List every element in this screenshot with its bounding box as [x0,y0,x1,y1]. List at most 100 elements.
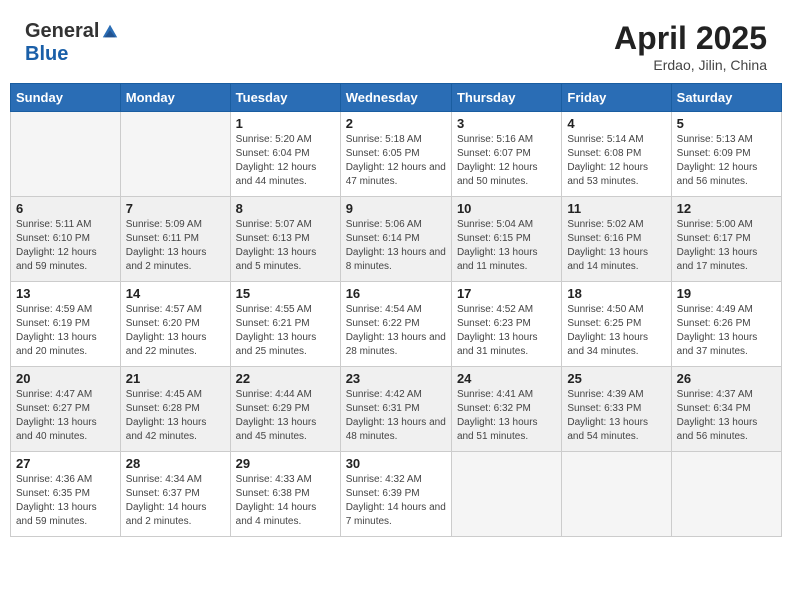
day-info: Sunrise: 5:18 AMSunset: 6:05 PMDaylight:… [346,133,446,189]
day-number: 14 [126,286,225,301]
day-info: Sunrise: 4:57 AMSunset: 6:20 PMDaylight:… [126,303,225,359]
day-number: 6 [16,201,115,216]
weekday-header-row: SundayMondayTuesdayWednesdayThursdayFrid… [11,84,782,112]
day-info: Sunrise: 4:42 AMSunset: 6:31 PMDaylight:… [346,388,446,444]
day-info: Sunrise: 4:49 AMSunset: 6:26 PMDaylight:… [677,303,776,359]
day-info: Sunrise: 4:44 AMSunset: 6:29 PMDaylight:… [236,388,335,444]
calendar-day-cell: 12 Sunrise: 5:00 AMSunset: 6:17 PMDayligh… [671,197,781,282]
day-info: Sunrise: 5:11 AMSunset: 6:10 PMDaylight:… [16,218,115,274]
logo-icon [101,23,119,41]
calendar-day-cell: 20Sunrise: 4:47 AMSunset: 6:27 PMDayligh… [11,367,121,452]
logo: General Blue [25,20,119,66]
month-title: April 2025 [614,20,767,57]
calendar-day-cell: 29 Sunrise: 4:33 AMSunset: 6:38 PMDayligh… [230,452,340,537]
calendar-day-cell [451,452,561,537]
weekday-header-wednesday: Wednesday [340,84,451,112]
day-number: 3 [457,116,556,131]
day-info: Sunrise: 4:34 AMSunset: 6:37 PMDaylight:… [126,473,225,529]
day-info: Sunrise: 4:37 AMSunset: 6:34 PMDaylight:… [677,388,776,444]
calendar-week-row: 27 Sunrise: 4:36 AMSunset: 6:35 PMDayligh… [11,452,782,537]
day-info: Sunrise: 4:39 AMSunset: 6:33 PMDaylight:… [567,388,665,444]
calendar-day-cell: 17 Sunrise: 4:52 AMSunset: 6:23 PMDayligh… [451,282,561,367]
day-info: Sunrise: 5:00 AMSunset: 6:17 PMDaylight:… [677,218,776,274]
day-number: 22 [236,371,335,386]
day-info: Sunrise: 5:04 AMSunset: 6:15 PMDaylight:… [457,218,556,274]
day-number: 4 [567,116,665,131]
calendar-day-cell: 18 Sunrise: 4:50 AMSunset: 6:25 PMDayligh… [562,282,671,367]
day-number: 23 [346,371,446,386]
day-info: Sunrise: 5:16 AMSunset: 6:07 PMDaylight:… [457,133,556,189]
calendar-day-cell: 11 Sunrise: 5:02 AMSunset: 6:16 PMDayligh… [562,197,671,282]
day-info: Sunrise: 4:50 AMSunset: 6:25 PMDaylight:… [567,303,665,359]
calendar-day-cell: 8 Sunrise: 5:07 AMSunset: 6:13 PMDaylight… [230,197,340,282]
calendar-day-cell: 3 Sunrise: 5:16 AMSunset: 6:07 PMDaylight… [451,112,561,197]
day-info: Sunrise: 5:07 AMSunset: 6:13 PMDaylight:… [236,218,335,274]
calendar-week-row: 1 Sunrise: 5:20 AMSunset: 6:04 PMDaylight… [11,112,782,197]
day-number: 28 [126,456,225,471]
day-number: 26 [677,371,776,386]
weekday-header-saturday: Saturday [671,84,781,112]
calendar-day-cell: 1 Sunrise: 5:20 AMSunset: 6:04 PMDaylight… [230,112,340,197]
calendar-day-cell: 5 Sunrise: 5:13 AMSunset: 6:09 PMDaylight… [671,112,781,197]
logo-blue-text: Blue [25,43,68,65]
calendar-day-cell [11,112,121,197]
calendar-day-cell: 24 Sunrise: 4:41 AMSunset: 6:32 PMDayligh… [451,367,561,452]
calendar-day-cell: 2 Sunrise: 5:18 AMSunset: 6:05 PMDaylight… [340,112,451,197]
day-number: 9 [346,201,446,216]
calendar-day-cell: 16 Sunrise: 4:54 AMSunset: 6:22 PMDayligh… [340,282,451,367]
day-number: 29 [236,456,335,471]
calendar-day-cell [120,112,230,197]
weekday-header-monday: Monday [120,84,230,112]
day-number: 8 [236,201,335,216]
logo-general-text: General [25,20,99,43]
day-info: Sunrise: 4:52 AMSunset: 6:23 PMDaylight:… [457,303,556,359]
day-number: 1 [236,116,335,131]
day-number: 7 [126,201,225,216]
day-number: 13 [16,286,115,301]
day-number: 2 [346,116,446,131]
calendar-day-cell: 14 Sunrise: 4:57 AMSunset: 6:20 PMDayligh… [120,282,230,367]
calendar-table: SundayMondayTuesdayWednesdayThursdayFrid… [10,83,782,537]
day-info: Sunrise: 5:13 AMSunset: 6:09 PMDaylight:… [677,133,776,189]
day-info: Sunrise: 5:09 AMSunset: 6:11 PMDaylight:… [126,218,225,274]
calendar-day-cell: 7 Sunrise: 5:09 AMSunset: 6:11 PMDaylight… [120,197,230,282]
day-number: 5 [677,116,776,131]
calendar-day-cell: 21 Sunrise: 4:45 AMSunset: 6:28 PMDayligh… [120,367,230,452]
weekday-header-friday: Friday [562,84,671,112]
day-number: 16 [346,286,446,301]
day-info: Sunrise: 5:14 AMSunset: 6:08 PMDaylight:… [567,133,665,189]
day-info: Sunrise: 4:33 AMSunset: 6:38 PMDaylight:… [236,473,335,529]
day-number: 17 [457,286,556,301]
calendar-day-cell: 23 Sunrise: 4:42 AMSunset: 6:31 PMDayligh… [340,367,451,452]
day-info: Sunrise: 4:45 AMSunset: 6:28 PMDaylight:… [126,388,225,444]
calendar-day-cell: 22 Sunrise: 4:44 AMSunset: 6:29 PMDayligh… [230,367,340,452]
day-info: Sunrise: 4:55 AMSunset: 6:21 PMDaylight:… [236,303,335,359]
day-number: 18 [567,286,665,301]
day-info: Sunrise: 4:41 AMSunset: 6:32 PMDaylight:… [457,388,556,444]
location-text: Erdao, Jilin, China [614,57,767,73]
day-number: 27 [16,456,115,471]
weekday-header-tuesday: Tuesday [230,84,340,112]
calendar-day-cell: 30Sunrise: 4:32 AMSunset: 6:39 PMDayligh… [340,452,451,537]
calendar-day-cell [562,452,671,537]
day-number: 25 [567,371,665,386]
calendar-day-cell: 6 Sunrise: 5:11 AMSunset: 6:10 PMDaylight… [11,197,121,282]
calendar-day-cell: 10 Sunrise: 5:04 AMSunset: 6:15 PMDayligh… [451,197,561,282]
calendar-day-cell: 26 Sunrise: 4:37 AMSunset: 6:34 PMDayligh… [671,367,781,452]
day-info: Sunrise: 5:02 AMSunset: 6:16 PMDaylight:… [567,218,665,274]
calendar-day-cell [671,452,781,537]
calendar-day-cell: 25 Sunrise: 4:39 AMSunset: 6:33 PMDayligh… [562,367,671,452]
day-number: 12 [677,201,776,216]
day-info: Sunrise: 5:06 AMSunset: 6:14 PMDaylight:… [346,218,446,274]
day-number: 10 [457,201,556,216]
calendar-day-cell: 28 Sunrise: 4:34 AMSunset: 6:37 PMDayligh… [120,452,230,537]
day-info: Sunrise: 4:36 AMSunset: 6:35 PMDaylight:… [16,473,115,529]
day-number: 24 [457,371,556,386]
calendar-day-cell: 9 Sunrise: 5:06 AMSunset: 6:14 PMDaylight… [340,197,451,282]
weekday-header-sunday: Sunday [11,84,121,112]
day-info: Sunrise: 5:20 AMSunset: 6:04 PMDaylight:… [236,133,335,189]
title-section: April 2025 Erdao, Jilin, China [614,20,767,73]
day-number: 21 [126,371,225,386]
day-info: Sunrise: 4:54 AMSunset: 6:22 PMDaylight:… [346,303,446,359]
day-number: 11 [567,201,665,216]
